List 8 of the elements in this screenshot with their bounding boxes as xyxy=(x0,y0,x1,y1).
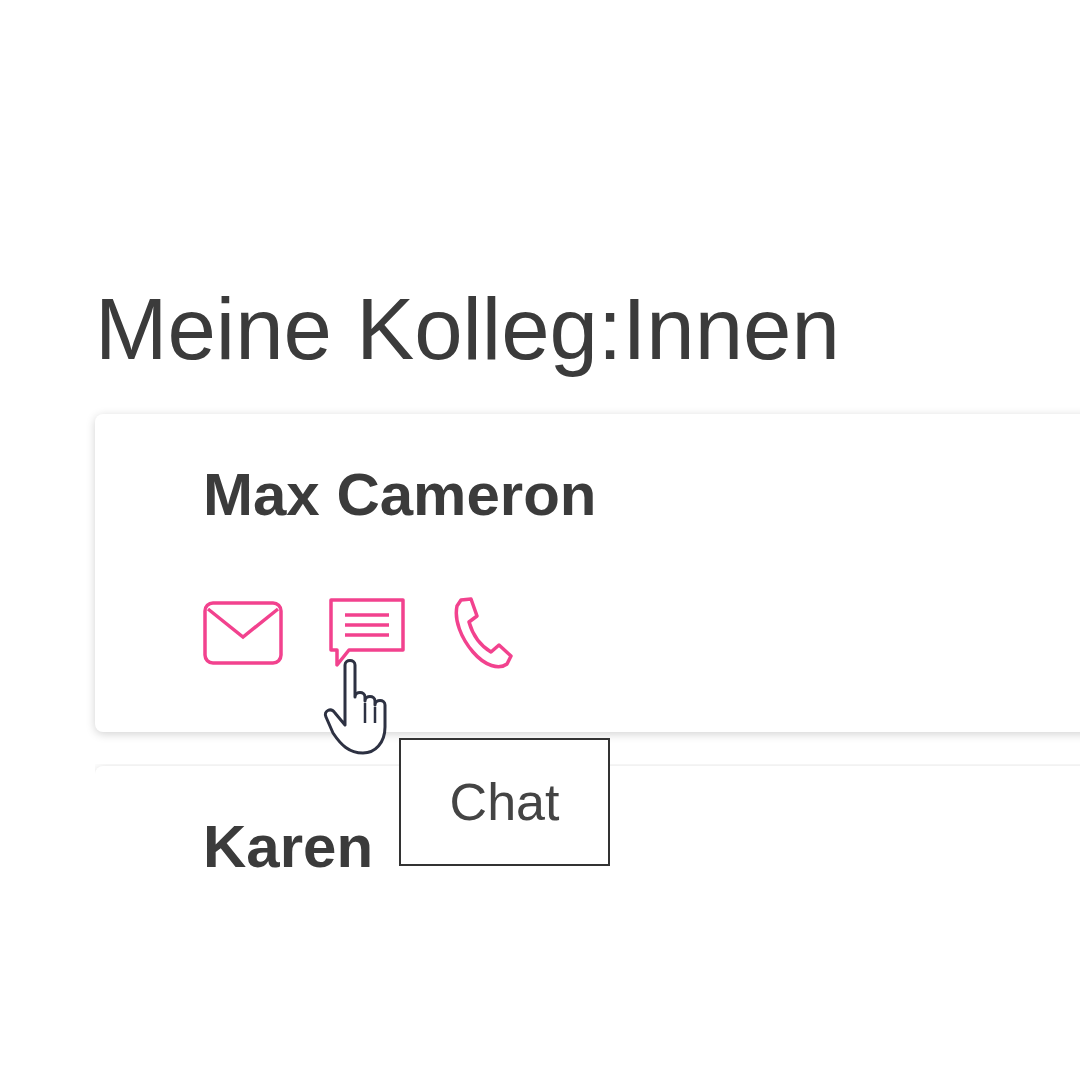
mail-button[interactable] xyxy=(203,601,283,666)
chat-button[interactable] xyxy=(327,597,407,670)
tooltip: Chat xyxy=(399,738,610,867)
colleague-name: Max Cameron xyxy=(203,462,597,529)
colleague-name: Karen xyxy=(203,814,374,881)
chat-icon xyxy=(327,597,407,670)
mail-icon xyxy=(203,601,283,666)
page-title: Meine Kolleg:Innen xyxy=(95,283,841,375)
